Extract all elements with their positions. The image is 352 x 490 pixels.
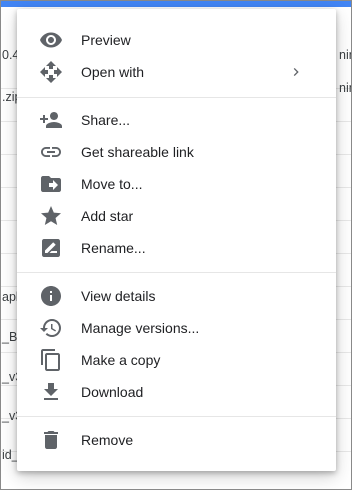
menu-item-remove[interactable]: Remove	[17, 424, 336, 456]
menu-item-label: Open with	[81, 64, 145, 80]
menu-item-share[interactable]: Share...	[17, 104, 336, 136]
move-arrows-icon	[39, 60, 63, 84]
info-icon	[39, 284, 63, 308]
owner-fragment: nin	[339, 81, 351, 95]
menu-item-label: Add star	[81, 208, 134, 224]
menu-item-label: Remove	[81, 432, 134, 448]
menu-item-get-shareable-link[interactable]: Get shareable link	[17, 136, 336, 168]
app-header-bar	[1, 1, 351, 7]
menu-item-open-with[interactable]: Open with	[17, 56, 336, 88]
menu-item-download[interactable]: Download	[17, 376, 336, 408]
context-menu: Preview Open with Share... Get shareable…	[17, 9, 336, 471]
menu-item-label: Preview	[81, 32, 131, 48]
owner-fragment: nin	[339, 48, 351, 62]
menu-divider	[17, 416, 336, 417]
menu-item-add-star[interactable]: Add star	[17, 200, 336, 232]
star-icon	[39, 204, 63, 228]
menu-item-label: Manage versions...	[81, 320, 200, 336]
menu-divider	[17, 97, 336, 98]
menu-item-label: Get shareable link	[81, 144, 194, 160]
download-icon	[39, 380, 63, 404]
copy-icon	[39, 348, 63, 372]
menu-item-view-details[interactable]: View details	[17, 280, 336, 312]
menu-item-label: Download	[81, 384, 144, 400]
link-icon	[39, 140, 63, 164]
menu-item-label: Make a copy	[81, 352, 161, 368]
menu-item-move-to[interactable]: Move to...	[17, 168, 336, 200]
eye-icon	[39, 28, 63, 52]
folder-move-icon	[39, 172, 63, 196]
trash-icon	[39, 428, 63, 452]
history-icon	[39, 316, 63, 340]
menu-item-make-a-copy[interactable]: Make a copy	[17, 344, 336, 376]
menu-item-label: Move to...	[81, 176, 143, 192]
menu-item-label: View details	[81, 288, 156, 304]
person-add-icon	[39, 108, 63, 132]
rename-icon	[39, 236, 63, 260]
menu-item-preview[interactable]: Preview	[17, 24, 336, 56]
menu-item-label: Share...	[81, 112, 131, 128]
menu-item-manage-versions[interactable]: Manage versions...	[17, 312, 336, 344]
chevron-right-icon	[288, 64, 304, 80]
menu-item-label: Rename...	[81, 240, 146, 256]
menu-divider	[17, 272, 336, 273]
menu-item-rename[interactable]: Rename...	[17, 232, 336, 264]
